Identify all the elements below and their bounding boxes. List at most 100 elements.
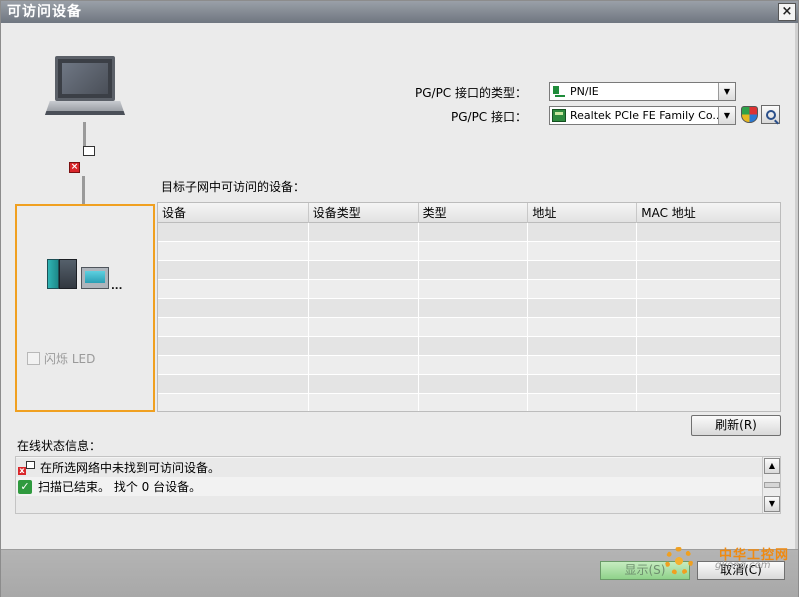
online-status-panel: 在所选网络中未找到可访问设备。 ✓ 扫描已结束。 找个 0 台设备。 ▲ ▼ [15, 456, 781, 514]
table-cell [528, 299, 638, 318]
interface-properties-button[interactable] [761, 105, 780, 124]
status-message: ✓ 扫描已结束。 找个 0 台设备。 [16, 477, 762, 496]
status-scrollbar[interactable]: ▲ ▼ [762, 457, 780, 513]
flash-led-box[interactable] [27, 351, 40, 365]
table-cell [309, 375, 419, 394]
table-cell [158, 356, 309, 375]
table-row[interactable] [158, 375, 780, 394]
target-device-area [15, 204, 155, 412]
status-message-text: 在所选网络中未找到可访问设备。 [40, 461, 221, 475]
more-devices-indicator: ... [111, 281, 123, 292]
connection-error-icon: × [69, 162, 80, 173]
table-cell [309, 261, 419, 280]
table-cell [158, 280, 309, 299]
table-cell [637, 223, 780, 242]
table-cell [637, 394, 780, 411]
table-cell [309, 356, 419, 375]
close-button[interactable]: × [778, 3, 796, 21]
table-row[interactable] [158, 261, 780, 280]
table-cell [528, 337, 638, 356]
accessible-devices-table: 设备 设备类型 类型 地址 MAC 地址 [157, 202, 781, 412]
hmi-device-icon [81, 267, 109, 289]
interface-type-value: PN/IE [570, 85, 599, 98]
plc-module-icon [59, 259, 77, 289]
online-status-title: 在线状态信息： [17, 439, 102, 453]
pg-pc-laptop-icon [45, 56, 125, 122]
flash-led-checkbox[interactable]: 闪烁 LED [27, 350, 95, 366]
status-message: 在所选网络中未找到可访问设备。 [16, 458, 762, 477]
table-cell [637, 337, 780, 356]
magnifier-icon [765, 109, 776, 120]
scroll-down-button[interactable]: ▼ [764, 496, 780, 512]
devices-section-title: 目标子网中可访问的设备： [161, 180, 306, 194]
table-cell [309, 280, 419, 299]
accessible-devices-dialog: 可访问设备 × × ... 闪烁 LED PG/PC 接口的类型： PN/IE … [0, 0, 799, 597]
chevron-down-icon[interactable]: ▼ [718, 83, 735, 100]
table-cell [158, 337, 309, 356]
table-cell [637, 375, 780, 394]
status-message-text: 扫描已结束。 找个 0 台设备。 [38, 480, 202, 494]
table-cell [158, 242, 309, 261]
table-cell [637, 242, 780, 261]
scroll-up-button[interactable]: ▲ [764, 458, 780, 474]
interface-port-label: PG/PC 接口： [450, 110, 527, 124]
table-cell [419, 318, 529, 337]
table-cell [637, 356, 780, 375]
table-cell [419, 261, 529, 280]
security-shield-icon[interactable] [741, 106, 758, 123]
table-cell [309, 242, 419, 261]
interface-port-select[interactable]: Realtek PCIe FE Family Co... ▼ [549, 106, 736, 125]
table-cell [419, 394, 529, 411]
table-cell [637, 261, 780, 280]
table-cell [419, 223, 529, 242]
window-edge [795, 23, 798, 597]
table-cell [528, 280, 638, 299]
check-icon: ✓ [18, 479, 32, 494]
status-message-empty [16, 496, 762, 513]
refresh-button[interactable]: 刷新(R) [691, 415, 781, 436]
table-cell [528, 356, 638, 375]
table-row[interactable] [158, 299, 780, 318]
column-header-mac-address[interactable]: MAC 地址 [637, 203, 780, 223]
table-cell [528, 318, 638, 337]
table-cell [309, 318, 419, 337]
table-row[interactable] [158, 356, 780, 375]
cable-upper [83, 122, 86, 148]
plc-cpu-icon [47, 259, 59, 289]
table-row[interactable] [158, 280, 780, 299]
table-row[interactable] [158, 242, 780, 261]
connector-plug-icon [83, 146, 95, 156]
table-cell [419, 299, 529, 318]
table-cell [637, 318, 780, 337]
table-cell [158, 394, 309, 411]
table-cell [309, 223, 419, 242]
chevron-down-icon[interactable]: ▼ [718, 107, 735, 124]
interface-type-select[interactable]: PN/IE ▼ [549, 82, 736, 101]
table-row[interactable] [158, 318, 780, 337]
column-header-type[interactable]: 类型 [419, 203, 529, 223]
column-header-device-type[interactable]: 设备类型 [309, 203, 419, 223]
table-cell [528, 261, 638, 280]
table-cell [158, 261, 309, 280]
scroll-thumb[interactable] [764, 482, 780, 488]
table-cell [528, 242, 638, 261]
column-header-device[interactable]: 设备 [158, 203, 309, 223]
column-header-address[interactable]: 地址 [528, 203, 638, 223]
table-cell [309, 299, 419, 318]
interface-type-label: PG/PC 接口的类型： [414, 86, 527, 100]
table-cell [419, 280, 529, 299]
cancel-button[interactable]: 取消(C) [697, 561, 785, 580]
pn-ie-icon [552, 85, 566, 98]
table-cell [419, 375, 529, 394]
show-button[interactable]: 显示(S) [600, 561, 690, 580]
table-row[interactable] [158, 223, 780, 242]
table-cell [528, 223, 638, 242]
table-cell [309, 337, 419, 356]
table-cell [158, 375, 309, 394]
flash-led-label: 闪烁 LED [44, 351, 96, 366]
network-card-icon [552, 109, 566, 122]
table-cell [637, 299, 780, 318]
table-row[interactable] [158, 394, 780, 411]
table-header: 设备 设备类型 类型 地址 MAC 地址 [158, 203, 780, 223]
table-row[interactable] [158, 337, 780, 356]
